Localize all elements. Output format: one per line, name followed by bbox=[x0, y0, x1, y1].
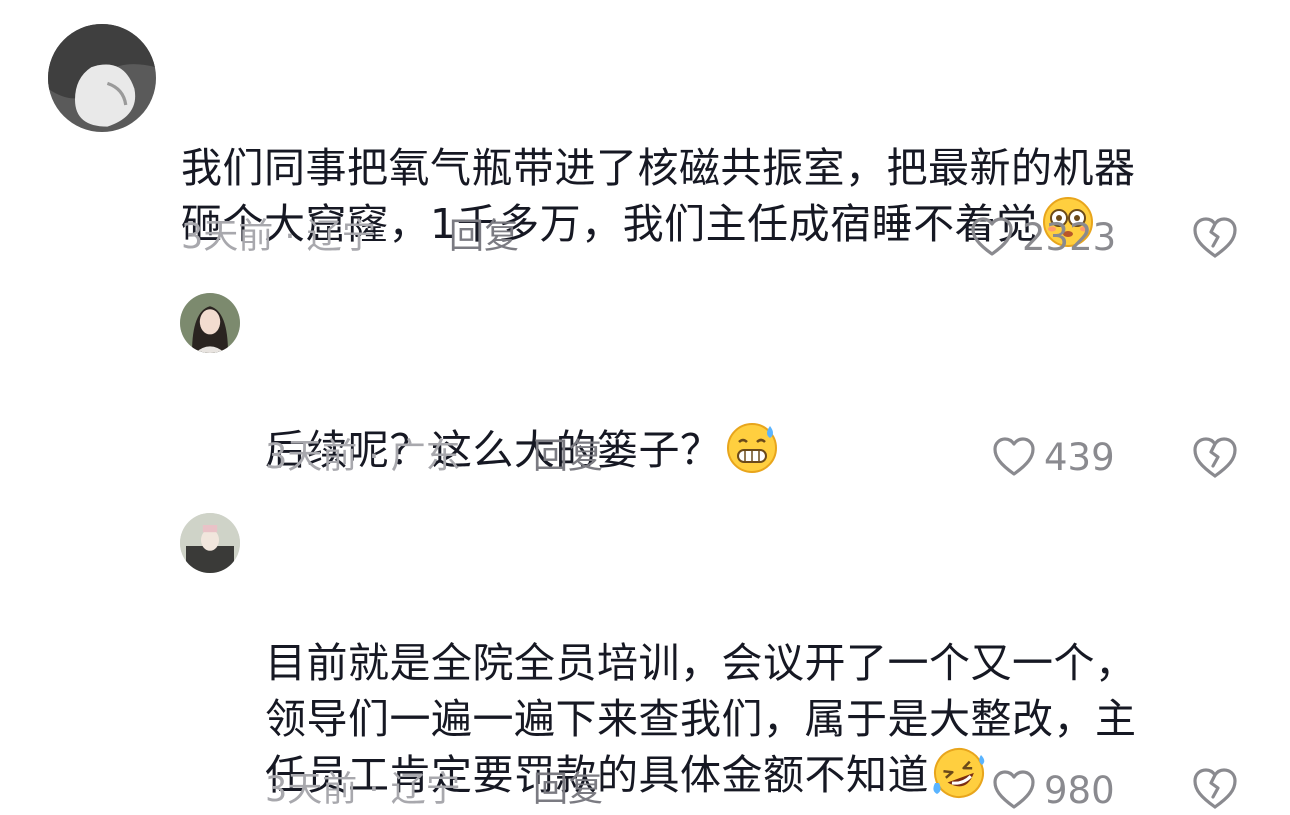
rolling-laughing-emoji bbox=[931, 747, 987, 799]
like-button[interactable]: 439 bbox=[992, 432, 1115, 482]
comment-time-location: 3天前 · 辽宁 bbox=[181, 217, 377, 257]
reply-button[interactable]: 回复 bbox=[533, 432, 603, 482]
dislike-button[interactable] bbox=[1192, 765, 1238, 811]
dislike-button[interactable] bbox=[1192, 214, 1238, 260]
dislike-button[interactable] bbox=[1192, 434, 1238, 480]
comment-time-location: 3天前 · 广东 bbox=[265, 437, 461, 477]
broken-heart-icon bbox=[1193, 217, 1237, 258]
heart-outline-icon bbox=[993, 770, 1035, 809]
like-count: 2323 bbox=[1022, 215, 1117, 259]
like-count: 980 bbox=[1044, 768, 1115, 812]
comment-time-location: 3天前 · 辽宁 bbox=[265, 770, 461, 810]
reply-button[interactable]: 回复 bbox=[449, 212, 519, 262]
like-button[interactable]: 980 bbox=[992, 765, 1115, 815]
heart-outline-icon bbox=[971, 217, 1013, 256]
avatar[interactable] bbox=[180, 513, 240, 573]
grinning-sweat-emoji bbox=[724, 422, 780, 474]
like-count: 439 bbox=[1044, 435, 1115, 479]
like-button[interactable]: 2323 bbox=[970, 212, 1116, 262]
heart-outline-icon bbox=[993, 437, 1035, 476]
broken-heart-icon bbox=[1193, 768, 1237, 809]
avatar[interactable] bbox=[48, 24, 156, 132]
avatar[interactable] bbox=[180, 293, 240, 353]
reply-button[interactable]: 回复 bbox=[533, 765, 603, 815]
broken-heart-icon bbox=[1193, 437, 1237, 478]
